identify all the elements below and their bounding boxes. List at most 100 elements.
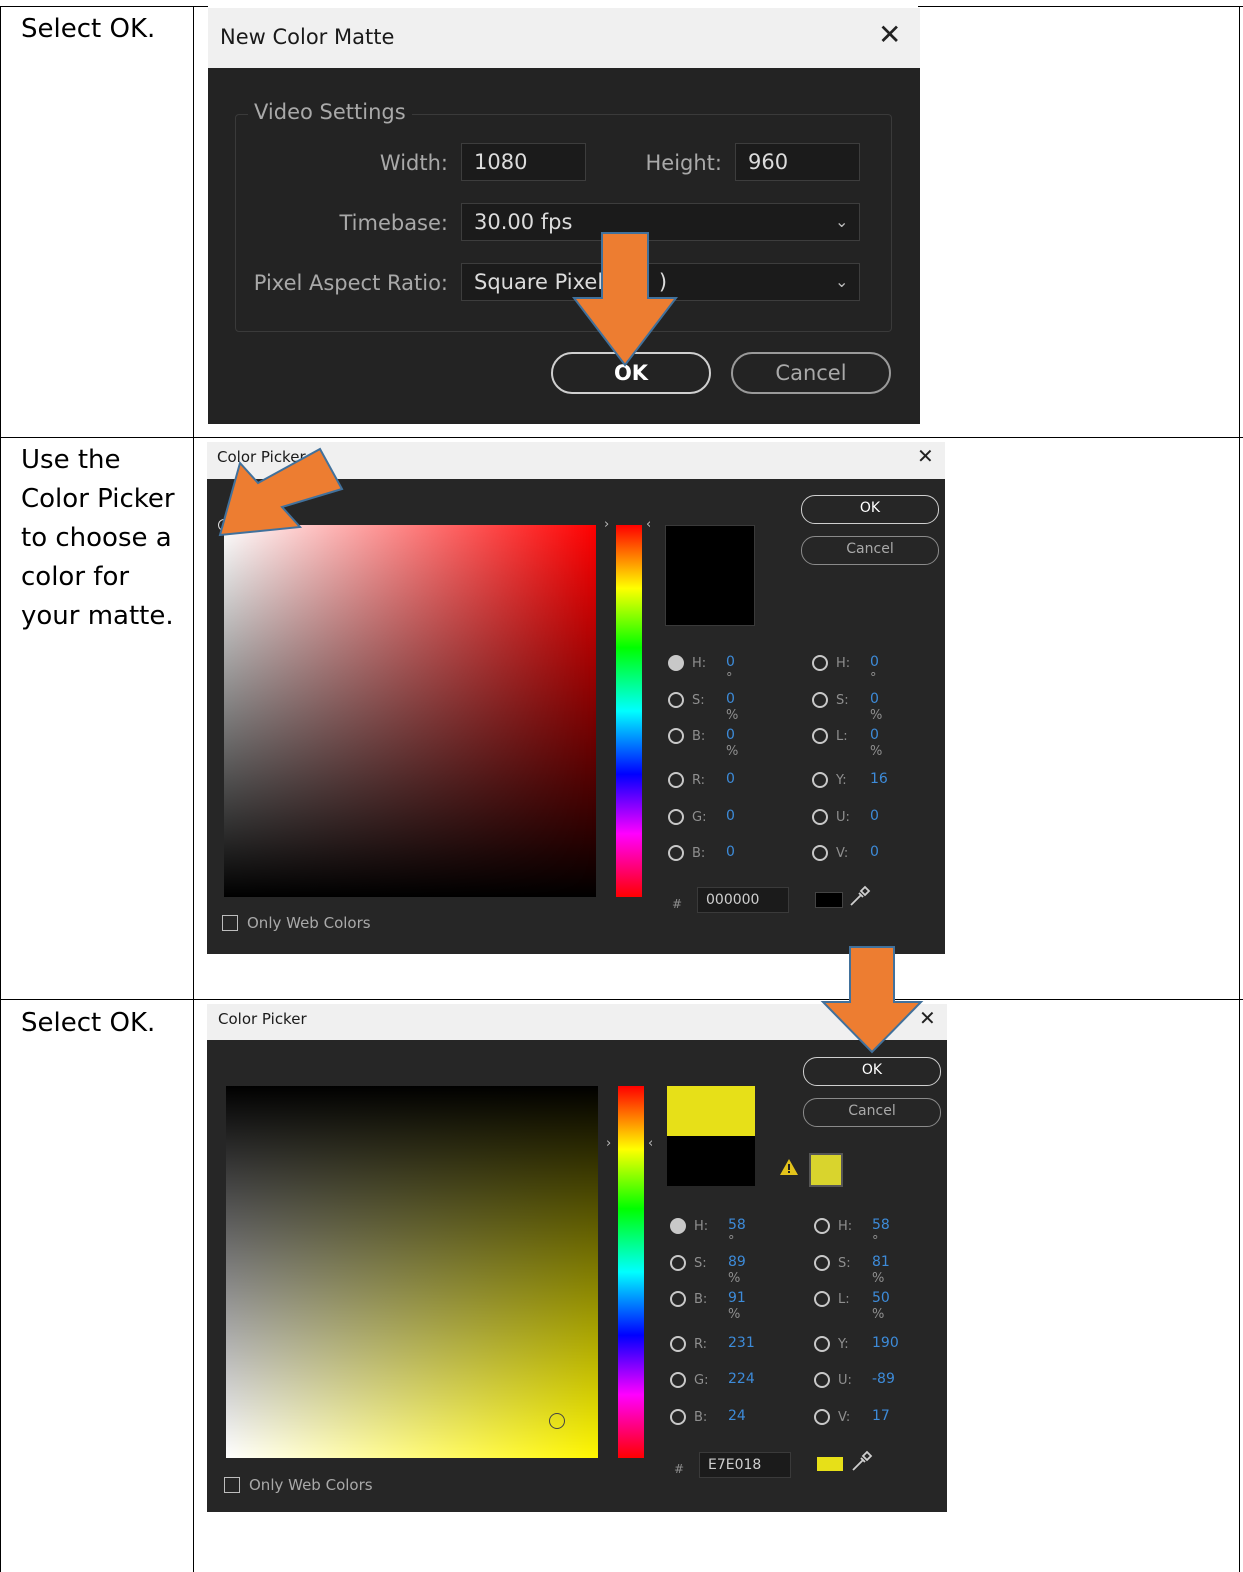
- y-value[interactable]: 190: [872, 1335, 899, 1351]
- hsl-saturation-radio[interactable]: [814, 1255, 830, 1271]
- hsl-saturation-value[interactable]: 81 %: [872, 1254, 890, 1286]
- lightness-value[interactable]: 0 %: [870, 727, 882, 759]
- table-column-divider: [193, 6, 194, 1572]
- width-label: Width:: [379, 151, 448, 175]
- video-settings-label: Video Settings: [248, 100, 412, 124]
- hsl-saturation-value[interactable]: 0 %: [870, 691, 882, 723]
- y-radio[interactable]: [812, 772, 828, 788]
- hex-input[interactable]: 000000: [697, 887, 789, 913]
- warning-triangle-icon[interactable]: [779, 1158, 799, 1176]
- hex-hash-label: #: [672, 897, 683, 911]
- blue-radio[interactable]: [668, 845, 684, 861]
- only-web-colors-label: Only Web Colors: [249, 1476, 373, 1494]
- websafe-swatch: [815, 892, 843, 908]
- green-value[interactable]: 0: [726, 808, 735, 824]
- height-field[interactable]: 960: [735, 143, 860, 181]
- hsl-hue-radio[interactable]: [812, 655, 828, 671]
- current-color-swatch: [665, 525, 755, 626]
- height-label: Height:: [645, 151, 723, 175]
- hue-slider[interactable]: [618, 1086, 644, 1458]
- cancel-button[interactable]: Cancel: [801, 536, 939, 565]
- chevron-down-icon[interactable]: ⌄: [835, 212, 848, 231]
- hsb-brightness-value[interactable]: 0 %: [726, 727, 738, 759]
- v-value[interactable]: 0: [870, 844, 879, 860]
- step-3-instruction: Select OK.: [21, 1008, 156, 1038]
- ok-button[interactable]: OK: [801, 495, 939, 524]
- hue-radio[interactable]: [668, 655, 684, 671]
- lightness-value[interactable]: 50 %: [872, 1290, 890, 1322]
- new-color-swatch: [667, 1086, 755, 1136]
- brightness-radio[interactable]: [670, 1291, 686, 1307]
- hsb-saturation-value[interactable]: 0 %: [726, 691, 738, 723]
- saturation-brightness-field[interactable]: [218, 519, 596, 897]
- red-value[interactable]: 231: [728, 1335, 755, 1351]
- v-radio[interactable]: [814, 1409, 830, 1425]
- hsb-hue-value[interactable]: 0 °: [726, 654, 735, 686]
- eyedropper-icon[interactable]: [847, 885, 871, 909]
- callout-arrow-diagonal: [218, 447, 344, 537]
- timebase-label: Timebase:: [339, 211, 448, 235]
- only-web-colors-checkbox[interactable]: [222, 915, 238, 931]
- lightness-radio[interactable]: [812, 728, 828, 744]
- saturation-radio[interactable]: [668, 692, 684, 708]
- callout-arrow-down: [820, 946, 924, 1054]
- green-value[interactable]: 224: [728, 1371, 755, 1387]
- y-value[interactable]: 16: [870, 771, 888, 787]
- v-radio[interactable]: [812, 845, 828, 861]
- hsl-hue-value[interactable]: 0 °: [870, 654, 879, 686]
- hsb-brightness-value[interactable]: 91 %: [728, 1290, 746, 1322]
- websafe-alternative-swatch[interactable]: [809, 1153, 843, 1187]
- blue-value[interactable]: 0: [726, 844, 735, 860]
- hex-input[interactable]: E7E018: [699, 1452, 791, 1478]
- dialog-title: New Color Matte: [220, 25, 395, 49]
- blue-value[interactable]: 24: [728, 1408, 746, 1424]
- color-picker-body: › ‹ OK Cancel H: 0 ° S: 0 % B: 0 % R: 0 G: 0 …: [207, 479, 945, 954]
- hsl-saturation-radio[interactable]: [812, 692, 828, 708]
- width-field[interactable]: 1080: [461, 143, 586, 181]
- blue-radio[interactable]: [670, 1409, 686, 1425]
- y-radio[interactable]: [814, 1336, 830, 1352]
- dialog-title: Color Picker: [218, 1010, 307, 1028]
- hue-slider[interactable]: [616, 525, 642, 897]
- table-border-left: [0, 6, 1, 1572]
- hue-radio[interactable]: [670, 1218, 686, 1234]
- close-icon[interactable]: ✕: [917, 444, 934, 468]
- green-radio[interactable]: [668, 809, 684, 825]
- websafe-swatch: [817, 1457, 843, 1471]
- hue-slider-left-arrow-icon: ›: [604, 517, 610, 532]
- v-value[interactable]: 17: [872, 1408, 890, 1424]
- table-row-divider-2: [0, 999, 1243, 1000]
- table-row-divider-1: [0, 437, 1243, 438]
- color-picker-dialog-yellow: Color Picker ✕ › ‹ OK Cancel H: 58 ° S: 89…: [207, 1004, 947, 1512]
- step-2-instruction: Use the Color Picker to choose a color f…: [21, 445, 175, 631]
- green-radio[interactable]: [670, 1372, 686, 1388]
- cancel-button[interactable]: Cancel: [731, 352, 891, 394]
- chevron-down-icon[interactable]: ⌄: [835, 272, 848, 291]
- hue-slider-right-arrow-icon: ‹: [646, 517, 652, 532]
- u-value[interactable]: 0: [870, 808, 879, 824]
- timebase-value: 30.00 fps: [474, 210, 573, 234]
- u-radio[interactable]: [812, 809, 828, 825]
- red-radio[interactable]: [668, 772, 684, 788]
- hsb-hue-value[interactable]: 58 °: [728, 1217, 746, 1249]
- close-icon[interactable]: ✕: [878, 18, 901, 51]
- callout-arrow-down: [571, 232, 679, 367]
- table-border-top-right: [918, 6, 1243, 7]
- only-web-colors-checkbox[interactable]: [224, 1477, 240, 1493]
- red-radio[interactable]: [670, 1336, 686, 1352]
- hsb-saturation-value[interactable]: 89 %: [728, 1254, 746, 1286]
- red-value[interactable]: 0: [726, 771, 735, 787]
- u-radio[interactable]: [814, 1372, 830, 1388]
- dialog-body: Video Settings Width: 1080 Height: 960 T…: [208, 68, 920, 424]
- hsl-hue-value[interactable]: 58 °: [872, 1217, 890, 1249]
- lightness-radio[interactable]: [814, 1291, 830, 1307]
- u-value[interactable]: -89: [872, 1371, 895, 1387]
- hsl-hue-radio[interactable]: [814, 1218, 830, 1234]
- cancel-button[interactable]: Cancel: [803, 1098, 941, 1127]
- brightness-radio[interactable]: [668, 728, 684, 744]
- color-picker-body: › ‹ OK Cancel H: 58 ° S: 89 % B: 91 % R: 231…: [207, 1040, 947, 1512]
- eyedropper-icon[interactable]: [849, 1450, 873, 1474]
- table-border-top: [0, 6, 208, 7]
- ok-button[interactable]: OK: [803, 1057, 941, 1086]
- saturation-radio[interactable]: [670, 1255, 686, 1271]
